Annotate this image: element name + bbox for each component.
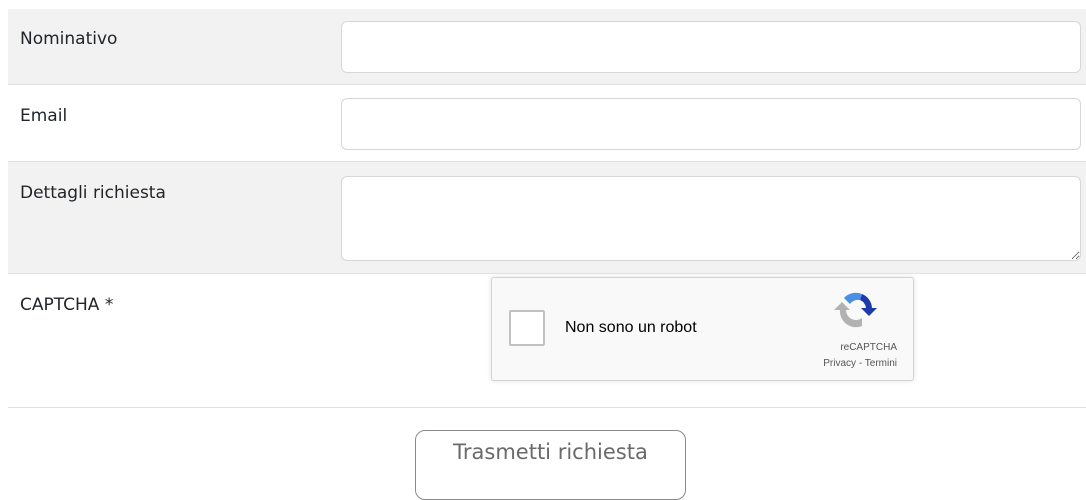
email-input[interactable] <box>341 98 1081 150</box>
submit-button[interactable]: Trasmetti richiesta <box>415 430 686 500</box>
row-dettagli: Dettagli richiesta <box>8 162 1086 274</box>
recaptcha-link-separator: - <box>856 358 865 369</box>
dettagli-textarea[interactable] <box>341 176 1081 261</box>
nominativo-input[interactable] <box>341 21 1081 73</box>
recaptcha-checkbox[interactable] <box>509 310 545 346</box>
recaptcha-privacy-link[interactable]: Privacy <box>823 358 856 369</box>
recaptcha-brand: reCAPTCHA <box>840 342 897 353</box>
row-nominativo: Nominativo <box>8 9 1086 85</box>
recaptcha-checkbox-label: Non sono un robot <box>565 319 697 336</box>
recaptcha-logo-icon <box>834 292 877 328</box>
email-label: Email <box>20 106 68 126</box>
captcha-label: CAPTCHA * <box>20 295 114 315</box>
recaptcha-links: Privacy - Termini <box>823 358 897 369</box>
dettagli-label: Dettagli richiesta <box>20 183 166 203</box>
row-email: Email <box>8 85 1086 162</box>
recaptcha-widget: Non sono un robot reCAPTCHA Privacy - Te… <box>491 277 914 381</box>
recaptcha-terms-link[interactable]: Termini <box>865 358 897 369</box>
nominativo-label: Nominativo <box>20 29 118 49</box>
